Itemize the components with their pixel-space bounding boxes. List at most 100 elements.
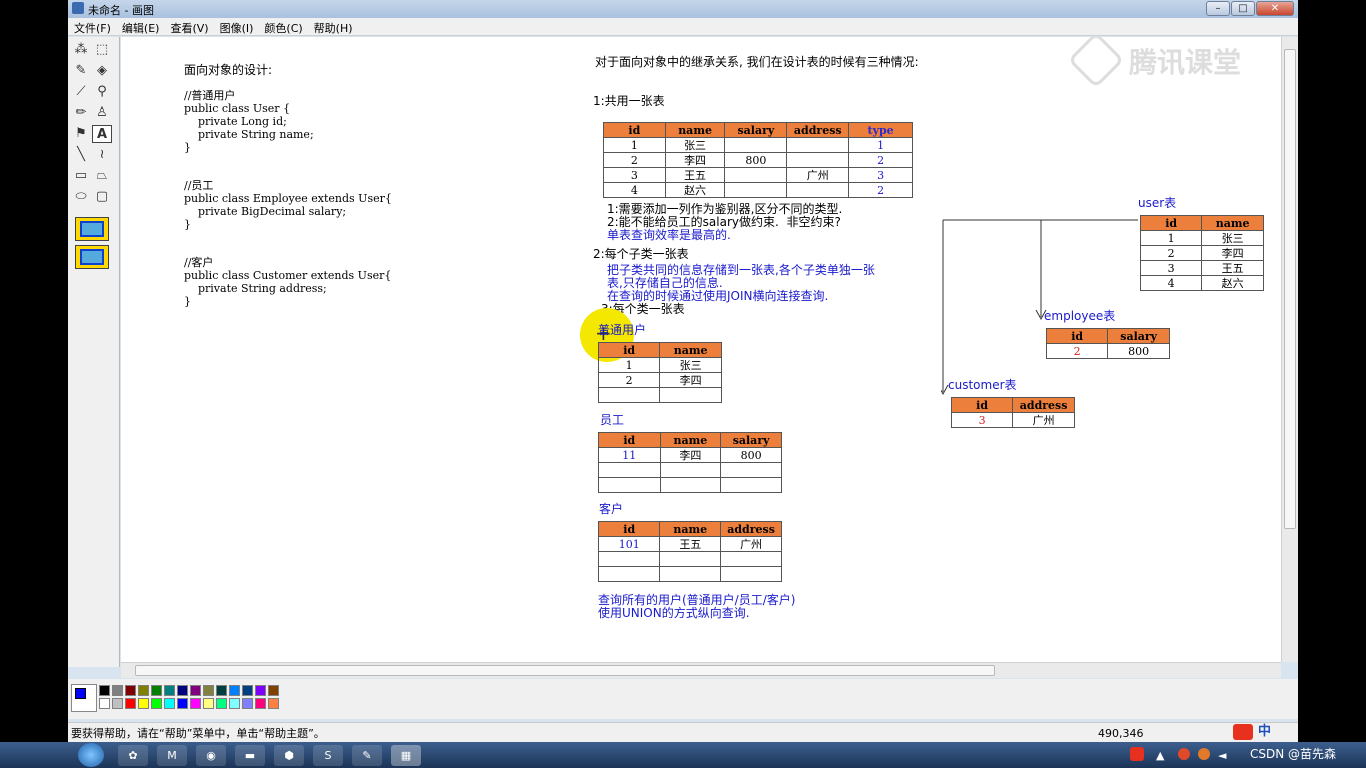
palette-swatch[interactable] <box>255 698 266 709</box>
opaque-option-icon[interactable] <box>75 217 109 241</box>
sogou-ime-icon[interactable] <box>1233 724 1253 740</box>
palette-swatch[interactable] <box>229 685 240 696</box>
table-row: 1 张三 <box>597 357 722 373</box>
cell: 800 <box>724 152 788 168</box>
airbrush-icon[interactable]: ⚑ <box>71 125 91 143</box>
rect-select-icon[interactable]: ⬚ <box>92 41 112 59</box>
palette-swatch[interactable] <box>112 698 123 709</box>
code-line: public class Employee extends User{ <box>184 192 392 205</box>
palette-swatch[interactable] <box>255 685 266 696</box>
fill-icon[interactable]: ◈ <box>92 62 112 80</box>
vertical-scrollbar[interactable] <box>1281 37 1298 662</box>
tray-arrow-icon[interactable]: ▲ <box>1156 749 1164 762</box>
palette-swatch[interactable] <box>99 685 110 696</box>
cell <box>786 182 850 198</box>
start-button[interactable] <box>78 743 104 767</box>
palette-swatch[interactable] <box>177 685 188 696</box>
menu-edit[interactable]: 编辑(E) <box>116 18 165 36</box>
code-line: //员工 <box>184 179 214 192</box>
cell: 赵六 <box>664 182 726 198</box>
single-table: id name salary address type 1 张三 1 2 李四 800 2 3 王五… <box>603 122 913 198</box>
pencil-icon[interactable]: ✏ <box>71 104 91 122</box>
palette-swatch[interactable] <box>151 698 162 709</box>
scroll-thumb[interactable] <box>1284 49 1296 529</box>
table-row: 4 赵六 2 <box>603 182 913 198</box>
menu-colors[interactable]: 颜色(C) <box>258 18 307 36</box>
palette-swatch[interactable] <box>99 698 110 709</box>
code-line: private Long id; <box>184 115 287 128</box>
taskbar-app-icon[interactable]: ⬢ <box>274 745 304 766</box>
relation-lines <box>941 219 1138 396</box>
text-tool-icon[interactable]: A <box>92 125 112 143</box>
palette-swatch[interactable] <box>112 685 123 696</box>
menu-file[interactable]: 文件(F) <box>68 18 116 36</box>
drawing-canvas[interactable]: 腾讯课堂 面向对象的设计: //普通用户 public class User {… <box>121 37 1281 662</box>
volume-icon[interactable]: ◄ <box>1218 749 1226 762</box>
palette-swatch[interactable] <box>177 698 188 709</box>
folder-icon[interactable]: ▬ <box>235 745 265 766</box>
palette-swatch[interactable] <box>190 698 201 709</box>
palette-swatch[interactable] <box>203 698 214 709</box>
minimize-button[interactable]: – <box>1206 1 1230 16</box>
magnifier-icon[interactable]: ⚲ <box>92 83 112 101</box>
color-picker-icon[interactable]: ⟋ <box>71 83 91 101</box>
palette-swatch[interactable] <box>164 698 175 709</box>
taskbar-app-icon[interactable]: M <box>157 745 187 766</box>
menu-help[interactable]: 帮助(H) <box>308 18 358 36</box>
tray-app-icon[interactable] <box>1178 748 1190 760</box>
scroll-thumb[interactable] <box>135 665 995 676</box>
horizontal-scrollbar[interactable] <box>121 662 1281 678</box>
palette-swatch[interactable] <box>216 685 227 696</box>
palette-swatch[interactable] <box>268 698 279 709</box>
palette-swatch[interactable] <box>190 685 201 696</box>
code-line: private String address; <box>184 282 327 295</box>
rounded-rect-icon[interactable]: ▢ <box>92 188 112 206</box>
maximize-button[interactable]: □ <box>1231 1 1255 16</box>
cell: 101 <box>597 536 661 552</box>
palette-swatch[interactable] <box>138 685 149 696</box>
palette-swatch[interactable] <box>216 698 227 709</box>
brush-icon[interactable]: ♙ <box>92 104 112 122</box>
transparent-option-icon[interactable] <box>75 245 109 269</box>
palette-swatch[interactable] <box>268 685 279 696</box>
paint-taskbar-icon[interactable]: ▦ <box>391 745 421 766</box>
cell <box>724 137 788 153</box>
rectangle-icon[interactable]: ▭ <box>71 167 91 185</box>
palette-swatch[interactable] <box>229 698 240 709</box>
menu-image[interactable]: 图像(I) <box>214 18 259 36</box>
current-colors[interactable] <box>71 684 97 712</box>
palette-swatch[interactable] <box>125 685 136 696</box>
free-select-icon[interactable]: ⁂ <box>71 41 91 59</box>
table-row: 1 张三 1 <box>603 137 913 153</box>
col-header: id <box>603 122 666 138</box>
ellipse-icon[interactable]: ⬭ <box>71 188 91 206</box>
palette-swatch[interactable] <box>203 685 214 696</box>
note: 单表查询效率是最高的. <box>607 228 731 242</box>
table-row <box>597 566 782 582</box>
chrome-icon[interactable]: ◉ <box>196 745 226 766</box>
taskbar-app-icon[interactable]: ✿ <box>118 745 148 766</box>
polygon-icon[interactable]: ⏢ <box>92 167 112 185</box>
curve-icon[interactable]: ≀ <box>92 146 112 164</box>
palette-swatch[interactable] <box>151 685 162 696</box>
code-line: public class Customer extends User{ <box>184 269 392 282</box>
palette-swatch[interactable] <box>242 685 253 696</box>
tray-app-icon[interactable] <box>1198 748 1210 760</box>
line-icon[interactable]: ╲ <box>71 146 91 164</box>
palette-swatch[interactable] <box>242 698 253 709</box>
code-line: private BigDecimal salary; <box>184 205 347 218</box>
menu-view[interactable]: 查看(V) <box>164 18 213 36</box>
palette-swatch[interactable] <box>125 698 136 709</box>
eraser-icon[interactable]: ✎ <box>71 62 91 80</box>
palette-swatch[interactable] <box>138 698 149 709</box>
customer-diagram-table: id address 3 广州 <box>950 397 1075 428</box>
taskbar-app-icon[interactable]: S <box>313 745 343 766</box>
inheritance-heading: 对于面向对象中的继承关系, 我们在设计表的时候有三种情况: <box>595 55 919 69</box>
palette-swatch[interactable] <box>164 685 175 696</box>
user-table: id name 1 张三 2 李四 3 王五 4 赵六 <box>1139 215 1264 291</box>
taskbar-app-icon[interactable]: ✎ <box>352 745 382 766</box>
customer-label: 客户 <box>599 502 624 516</box>
tray-ime-icon[interactable] <box>1130 747 1144 761</box>
close-button[interactable]: ✕ <box>1256 1 1294 16</box>
ime-language[interactable]: 中 <box>1258 725 1271 738</box>
